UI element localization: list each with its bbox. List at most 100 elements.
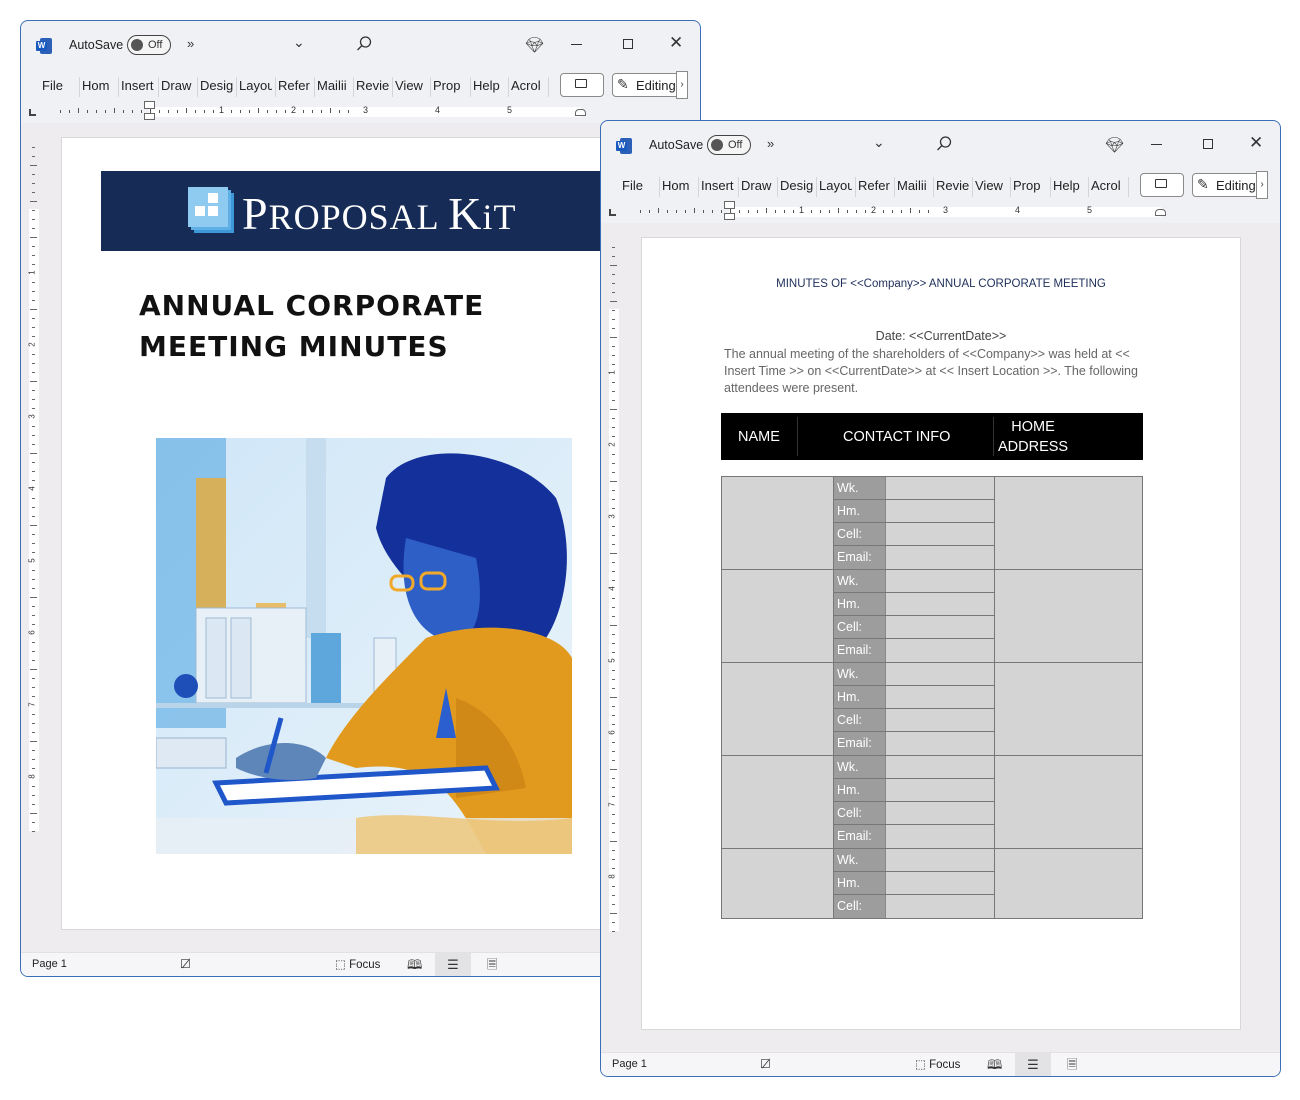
- ribbon-tab-view[interactable]: View: [395, 78, 425, 93]
- close-icon[interactable]: ✕: [1249, 133, 1263, 153]
- ribbon-tab-acrol[interactable]: Acrol: [1091, 178, 1125, 193]
- home-address-cell[interactable]: [994, 477, 1142, 569]
- print-layout-icon[interactable]: ☰: [1015, 1053, 1051, 1076]
- web-layout-icon[interactable]: 🗏︎: [1067, 1056, 1077, 1076]
- contact-row[interactable]: Hm.: [834, 686, 994, 709]
- left-indent-marker[interactable]: [724, 201, 735, 223]
- contact-row[interactable]: Cell:: [834, 616, 994, 639]
- print-layout-icon[interactable]: ☰: [435, 953, 471, 976]
- ribbon-tab-layou[interactable]: Layou: [239, 78, 272, 93]
- contact-row[interactable]: Cell:: [834, 802, 994, 825]
- search-icon[interactable]: [935, 135, 953, 153]
- ribbon-tab-file[interactable]: File: [622, 178, 652, 193]
- ribbon-tab-revie[interactable]: Revie: [356, 78, 389, 93]
- home-address-cell[interactable]: [994, 756, 1142, 848]
- maximize-icon[interactable]: [623, 39, 633, 49]
- ribbon-tab-prop[interactable]: Prop: [433, 78, 466, 93]
- ribbon-tab-hom[interactable]: Hom: [662, 178, 696, 193]
- contact-row[interactable]: Email:: [834, 639, 994, 662]
- ribbon-tab-refer[interactable]: Refer: [278, 78, 311, 93]
- contact-row[interactable]: Wk.: [834, 756, 994, 779]
- name-cell[interactable]: [722, 756, 834, 848]
- ribbon-tab-mailii[interactable]: Mailii: [897, 178, 930, 193]
- home-address-cell[interactable]: [994, 663, 1142, 755]
- ribbon-tab-draw[interactable]: Draw: [161, 78, 195, 93]
- read-mode-icon[interactable]: 🕮︎: [407, 956, 422, 976]
- focus-button[interactable]: ⬚ Focus: [335, 957, 380, 971]
- web-layout-icon[interactable]: 🗏︎: [487, 956, 497, 976]
- contact-row[interactable]: Hm.: [834, 593, 994, 616]
- contact-row[interactable]: Wk.: [834, 477, 994, 500]
- contact-row[interactable]: Cell:: [834, 895, 994, 918]
- page-indicator[interactable]: Page 1: [612, 1058, 647, 1070]
- home-address-cell[interactable]: [994, 849, 1142, 918]
- document-page[interactable]: PROPOSAL KiT ANNUAL CORPORATE MEETING MI…: [61, 137, 661, 930]
- focus-button[interactable]: ⬚ Focus: [915, 1057, 960, 1071]
- ruler-tick: [32, 219, 35, 220]
- accessibility-icon[interactable]: ☐̸: [180, 957, 191, 971]
- autosave-toggle[interactable]: Off: [127, 35, 171, 55]
- horizontal-ruler[interactable]: 1 2 3 4 5: [21, 101, 700, 123]
- more-commands-button[interactable]: »: [767, 136, 774, 151]
- ribbon-tab-help[interactable]: Help: [1053, 178, 1083, 193]
- horizontal-ruler[interactable]: 1 2 3 4 5: [601, 201, 1280, 223]
- contact-row[interactable]: Email:: [834, 546, 994, 569]
- ribbon-tab-hom[interactable]: Hom: [82, 78, 116, 93]
- ribbon-scroll-right-button[interactable]: ›: [676, 71, 688, 99]
- left-indent-marker[interactable]: [144, 101, 155, 123]
- ribbon-tab-insert[interactable]: Insert: [701, 178, 734, 193]
- vertical-ruler[interactable]: 1 2 3 4 5 6 7 8: [27, 129, 41, 946]
- accessibility-icon[interactable]: ☐̸: [760, 1057, 771, 1071]
- ribbon-tab-help[interactable]: Help: [473, 78, 503, 93]
- read-mode-icon[interactable]: 🕮︎: [987, 1056, 1002, 1076]
- home-address-cell[interactable]: [994, 570, 1142, 662]
- contact-row[interactable]: Hm.: [834, 500, 994, 523]
- ribbon-tab-insert[interactable]: Insert: [121, 78, 154, 93]
- ribbon-tab-revie[interactable]: Revie: [936, 178, 969, 193]
- search-icon[interactable]: [355, 35, 373, 53]
- minimize-icon[interactable]: [1151, 144, 1162, 145]
- ribbon-tab-prop[interactable]: Prop: [1013, 178, 1046, 193]
- contact-row[interactable]: Email:: [834, 825, 994, 848]
- ribbon-tab-refer[interactable]: Refer: [858, 178, 891, 193]
- comments-button[interactable]: [1140, 173, 1184, 197]
- contact-row[interactable]: Hm.: [834, 872, 994, 895]
- chevron-down-icon[interactable]: ⌄: [873, 134, 885, 151]
- diamond-icon[interactable]: 💎︎: [1105, 136, 1124, 154]
- chevron-down-icon[interactable]: ⌄: [293, 34, 305, 51]
- page-indicator[interactable]: Page 1: [32, 958, 67, 970]
- ribbon-tab-desig[interactable]: Desig: [200, 78, 233, 93]
- ribbon-tab-desig[interactable]: Desig: [780, 178, 813, 193]
- document-page[interactable]: MINUTES OF <<Company>> ANNUAL CORPORATE …: [641, 237, 1241, 1030]
- vertical-ruler[interactable]: 1 2 3 4 5 6 7 8: [607, 229, 621, 1046]
- right-indent-marker[interactable]: [575, 109, 586, 116]
- diamond-icon[interactable]: 💎︎: [525, 36, 544, 54]
- ribbon-tab-file[interactable]: File: [42, 78, 72, 93]
- contact-row[interactable]: Wk.: [834, 849, 994, 872]
- maximize-icon[interactable]: [1203, 139, 1213, 149]
- tab-selector[interactable]: [609, 209, 616, 216]
- contact-row[interactable]: Wk.: [834, 663, 994, 686]
- name-cell[interactable]: [722, 663, 834, 755]
- contact-row[interactable]: Cell:: [834, 523, 994, 546]
- ribbon-tab-draw[interactable]: Draw: [741, 178, 775, 193]
- name-cell[interactable]: [722, 849, 834, 918]
- name-cell[interactable]: [722, 570, 834, 662]
- more-commands-button[interactable]: »: [187, 36, 194, 51]
- close-icon[interactable]: ✕: [669, 33, 683, 53]
- contact-row[interactable]: Hm.: [834, 779, 994, 802]
- autosave-toggle[interactable]: Off: [707, 135, 751, 155]
- ribbon-tab-view[interactable]: View: [975, 178, 1005, 193]
- tab-selector[interactable]: [29, 109, 36, 116]
- right-indent-marker[interactable]: [1155, 209, 1166, 216]
- ribbon-tab-layou[interactable]: Layou: [819, 178, 852, 193]
- comments-button[interactable]: [560, 73, 604, 97]
- ribbon-tab-mailii[interactable]: Mailii: [317, 78, 350, 93]
- contact-row[interactable]: Wk.: [834, 570, 994, 593]
- name-cell[interactable]: [722, 477, 834, 569]
- contact-row[interactable]: Cell:: [834, 709, 994, 732]
- minimize-icon[interactable]: [571, 44, 582, 45]
- ribbon-scroll-right-button[interactable]: ›: [1256, 171, 1268, 199]
- contact-row[interactable]: Email:: [834, 732, 994, 755]
- ribbon-tab-acrol[interactable]: Acrol: [511, 78, 545, 93]
